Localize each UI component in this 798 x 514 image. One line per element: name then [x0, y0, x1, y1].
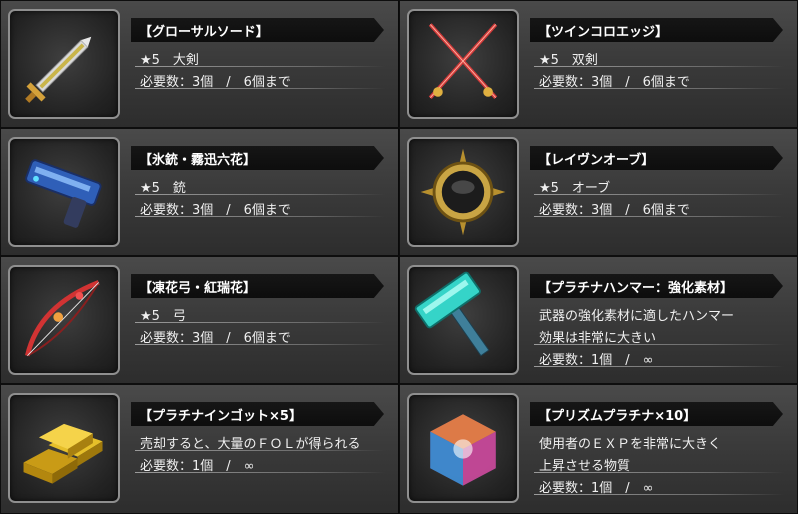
divider [534, 66, 784, 67]
item-description-line1: 使用者のＥＸＰを非常に大きく [539, 437, 722, 452]
item-card-twin-colo-edge[interactable]: 【ツインコロエッジ】 ★5 双剣 必要数：3個 / 6個まで [399, 0, 798, 128]
divider [534, 494, 784, 495]
divider [135, 194, 385, 195]
item-name: 【ツインコロエッジ】 [538, 25, 669, 40]
item-name: 【グローサルソード】 [139, 25, 269, 40]
divider [135, 450, 385, 451]
item-card-raven-orb[interactable]: 【レイヴンオーブ】 ★5 オーブ 必要数：3個 / 6個まで [399, 128, 798, 256]
item-card-platinum-ingot[interactable]: 【プラチナインゴット×5】 売却すると、大量のＦＯＬが得られる 必要数：1個 /… [0, 384, 399, 514]
divider [135, 216, 385, 217]
hammer-icon [407, 265, 519, 375]
item-name: 【氷銃・霧迅六花】 [139, 153, 257, 168]
item-card-prism-platinum[interactable]: 【プリズムプラチナ×10】 使用者のＥＸＰを非常に大きく 上昇させる物質 必要数… [399, 384, 798, 514]
orb-icon [407, 137, 519, 247]
item-name: 【凍花弓・紅瑞花】 [139, 281, 257, 296]
item-name: 【プリズムプラチナ×10】 [538, 409, 697, 424]
bow-icon [8, 265, 120, 375]
item-card-platinum-hammer[interactable]: 【プラチナハンマー：強化素材】 武器の強化素材に適したハンマー 効果は非常に大き… [399, 256, 798, 384]
greatsword-icon [8, 9, 120, 119]
item-card-ice-gun[interactable]: 【氷銃・霧迅六花】 ★5 銃 必要数：3個 / 6個まで [0, 128, 399, 256]
divider [135, 472, 385, 473]
item-card-frozen-flower-bow[interactable]: 【凍花弓・紅瑞花】 ★5 弓 必要数：3個 / 6個まで [0, 256, 399, 384]
divider [534, 472, 784, 473]
item-name: 【レイヴンオーブ】 [538, 153, 655, 168]
gun-icon [8, 137, 120, 247]
divider [135, 322, 385, 323]
divider [135, 66, 385, 67]
divider [534, 216, 784, 217]
prism-cube-icon [407, 393, 519, 503]
divider [534, 344, 784, 345]
exchange-item-grid: 【グローサルソード】 ★5 大剣 必要数：3個 / 6個まで 【ツインコロエッジ… [0, 0, 798, 514]
item-card-grossal-sword[interactable]: 【グローサルソード】 ★5 大剣 必要数：3個 / 6個まで [0, 0, 399, 128]
item-name: 【プラチナインゴット×5】 [139, 409, 302, 424]
divider [534, 88, 784, 89]
divider [135, 344, 385, 345]
divider [534, 194, 784, 195]
item-name: 【プラチナハンマー：強化素材】 [538, 281, 734, 296]
twin-swords-icon [407, 9, 519, 119]
gold-ingot-icon [8, 393, 120, 503]
item-description-line1: 武器の強化素材に適したハンマー [539, 309, 735, 324]
divider [135, 88, 385, 89]
divider [534, 366, 784, 367]
